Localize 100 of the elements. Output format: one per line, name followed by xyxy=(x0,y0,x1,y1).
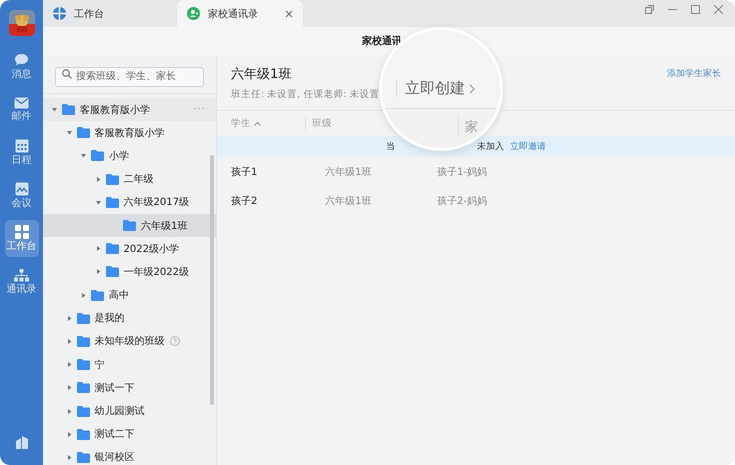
parent-name: 孩子2-妈妈 xyxy=(437,194,488,208)
tree-item[interactable]: 测试一下 xyxy=(43,376,216,400)
close-icon[interactable] xyxy=(714,5,723,14)
tree-item[interactable]: 2022级小学 xyxy=(43,237,216,260)
folder-icon xyxy=(91,290,104,301)
caret-down-icon[interactable] xyxy=(81,153,86,158)
tree-item-label: 二年级 xyxy=(124,173,154,186)
tree-item[interactable]: 客服教育版小学 ··· xyxy=(43,98,216,122)
folder-icon xyxy=(76,382,90,394)
chevron-right-icon xyxy=(469,84,475,94)
caret-right-icon[interactable] xyxy=(96,269,100,274)
caret-right-icon[interactable] xyxy=(96,176,100,182)
grid-icon xyxy=(14,225,28,239)
tree-item-label: 六年级2017级 xyxy=(124,196,189,210)
folder-icon xyxy=(76,312,90,324)
maximize-icon[interactable] xyxy=(691,5,700,14)
contacts-icon xyxy=(187,7,200,20)
tree-item-label: 2022级小学 xyxy=(124,242,179,256)
caret-right-icon[interactable] xyxy=(66,338,72,344)
tree-item-label: 六年级1班 xyxy=(141,220,188,233)
cross-circle-icon xyxy=(53,7,66,20)
caret-right-icon[interactable] xyxy=(66,408,72,414)
mail-icon xyxy=(14,97,29,109)
scrollbar[interactable] xyxy=(210,155,214,405)
tree-item-label: 测试一下 xyxy=(94,382,134,395)
nav-item[interactable]: 会议 xyxy=(4,177,38,214)
caret-right-icon[interactable] xyxy=(66,432,72,437)
tree-item-label: 银河校区 xyxy=(94,450,134,464)
banner-text: 未加入 xyxy=(477,140,504,153)
tree-item-label: 测试二下 xyxy=(94,428,134,442)
caret-right-icon[interactable] xyxy=(81,292,86,298)
buildings-icon[interactable] xyxy=(14,435,28,449)
student-name: 孩子2 xyxy=(231,194,258,208)
teacher-info: 班主任: 未设置, 任课老师: 未设置 xyxy=(231,88,380,101)
tree-item[interactable]: 是我的 xyxy=(43,306,216,330)
caret-right-icon[interactable] xyxy=(66,362,72,368)
folder-icon xyxy=(106,174,118,185)
tree-item-label: 高中 xyxy=(109,288,129,302)
tree-item-label: 一年级2022级 xyxy=(124,266,189,279)
tree-item[interactable]: 银河校区 xyxy=(43,446,216,465)
tree-item-label: 客服教育版小学 xyxy=(80,104,150,117)
tree-item[interactable]: 六年级2017级 xyxy=(43,190,216,214)
close-icon[interactable] xyxy=(285,10,293,18)
tree-item[interactable]: 宁 xyxy=(43,353,216,376)
folder-icon xyxy=(76,359,90,370)
student-name: 孩子1 xyxy=(231,166,258,178)
pop-out-icon[interactable] xyxy=(645,5,654,14)
mountain-icon xyxy=(14,182,28,196)
folder-icon xyxy=(106,243,118,254)
caret-right-icon[interactable] xyxy=(66,454,72,460)
tree-item[interactable]: 测试二下 xyxy=(43,422,216,446)
caret-down-icon[interactable] xyxy=(66,130,72,136)
nav-item[interactable]: 消息 xyxy=(4,48,38,85)
sort-up-icon xyxy=(254,121,261,126)
tree-item[interactable]: 六年级1班 xyxy=(43,214,216,238)
parent-name: 孩子1-妈妈 xyxy=(437,166,488,178)
search-icon xyxy=(62,69,72,79)
create-now-link[interactable]: 立即创建 xyxy=(405,79,465,98)
tree-item[interactable]: 幼儿园测试 xyxy=(43,399,216,423)
folder-icon xyxy=(106,266,118,278)
nav-item[interactable]: 日程 xyxy=(4,134,38,171)
tree-item[interactable]: 二年级 xyxy=(43,168,216,191)
nav-item[interactable]: 邮件 xyxy=(4,91,38,128)
search-field[interactable]: 搜索班级、学生、家长 xyxy=(55,66,204,86)
class-name: 六年级1班 xyxy=(325,194,372,208)
tree-item[interactable]: 高中 xyxy=(43,284,216,307)
folder-icon xyxy=(106,196,118,208)
class-title: 六年级1班 xyxy=(231,66,292,83)
org-chart-icon xyxy=(14,268,29,282)
class-name: 六年级1班 xyxy=(325,166,372,178)
tree-item[interactable]: 客服教育版小学 xyxy=(43,121,216,144)
tree-item[interactable]: 未知年级的班级 xyxy=(43,330,216,354)
caret-right-icon[interactable] xyxy=(96,246,100,252)
folder-icon xyxy=(123,220,136,232)
folder-icon xyxy=(76,336,90,347)
nav-item[interactable]: 通讯录 xyxy=(4,263,38,300)
folder-icon xyxy=(76,127,90,138)
banner-text: 当 xyxy=(386,140,395,153)
tree-item-label: 幼儿园测试 xyxy=(94,404,144,418)
tree-item-label: 小学 xyxy=(109,150,129,163)
folder-icon xyxy=(91,150,104,162)
tree-item[interactable]: 一年级2022级 xyxy=(43,260,216,284)
tree-item-label: 宁 xyxy=(94,358,104,372)
tree-item-label: 是我的 xyxy=(94,312,124,326)
caret-right-icon[interactable] xyxy=(66,385,72,390)
tab[interactable]: 家校通讯录 xyxy=(177,0,303,27)
folder-icon xyxy=(76,406,90,417)
caret-right-icon[interactable] xyxy=(66,316,72,321)
tree-item-label: 客服教育版小学 xyxy=(94,126,164,140)
caret-down-icon[interactable] xyxy=(52,107,57,112)
column-header: 家 xyxy=(465,119,478,136)
chat-icon xyxy=(14,53,29,67)
folder-icon xyxy=(62,104,75,116)
folder-icon xyxy=(76,452,90,463)
folder-icon xyxy=(76,428,90,440)
caret-down-icon[interactable] xyxy=(96,200,100,205)
calendar-icon xyxy=(14,139,28,153)
tree-item[interactable]: 小学 xyxy=(43,144,216,168)
tree-item-label: 未知年级的班级 xyxy=(94,334,164,348)
tab[interactable]: 工作台 xyxy=(43,0,177,27)
